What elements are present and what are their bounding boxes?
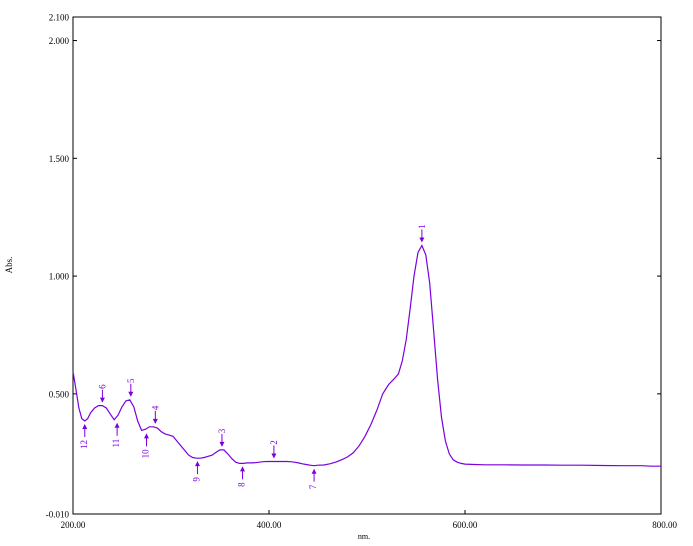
peak-marker-8: 8 — [237, 466, 247, 487]
y-tick-label-0: -0.010 — [46, 510, 70, 520]
y-tick-label-5: 2.100 — [49, 13, 70, 23]
x-tick-label-3: 800.00 — [652, 520, 677, 530]
x-axis-ticks: 200.00 400.00 600.00 800.00 — [61, 510, 678, 530]
series-line — [72, 244, 661, 467]
peak-label-1: 1 — [417, 224, 427, 229]
y-tick-label-4: 2.000 — [49, 36, 70, 46]
peak-label-10: 10 — [141, 449, 151, 459]
peak-label-11: 11 — [111, 439, 121, 448]
peak-marker-3: 3 — [217, 428, 227, 447]
peak-marker-1: 1 — [417, 224, 427, 243]
peak-marker-11: 11 — [111, 422, 121, 448]
peak-marker-10: 10 — [141, 433, 151, 458]
peak-label-12: 12 — [79, 440, 89, 449]
spectrum-chart: 200.00 400.00 600.00 800.00 -0.010 0.500 1.00… — [0, 0, 693, 542]
peak-marker-2: 2 — [269, 440, 279, 459]
y-axis-label: Abs. — [4, 257, 14, 274]
x-tick-label-2: 600.00 — [453, 520, 478, 530]
x-tick-label-0: 200.00 — [61, 520, 86, 530]
peak-label-2: 2 — [269, 440, 279, 445]
y-tick-label-1: 0.500 — [49, 389, 70, 399]
peak-label-5: 5 — [126, 378, 136, 383]
peak-marker-7: 7 — [308, 468, 318, 489]
x-tick-label-1: 400.00 — [257, 520, 282, 530]
peak-markers: 123456789101112 — [79, 224, 427, 489]
peak-label-8: 8 — [237, 482, 247, 487]
y-tick-label-3: 1.500 — [49, 154, 70, 164]
x-axis-label: nm. — [358, 532, 370, 541]
chart-svg: 200.00 400.00 600.00 800.00 -0.010 0.500 1.00… — [4, 13, 678, 542]
peak-label-7: 7 — [308, 484, 318, 489]
plot-frame — [72, 16, 662, 515]
peak-label-9: 9 — [192, 477, 202, 482]
peak-marker-12: 12 — [79, 423, 89, 449]
peak-marker-5: 5 — [126, 378, 136, 397]
y-tick-label-2: 1.000 — [49, 272, 70, 282]
y-axis-ticks: -0.010 0.500 1.000 1.500 2.000 2.100 — [46, 13, 661, 520]
peak-label-6: 6 — [97, 384, 107, 389]
peak-marker-9: 9 — [192, 461, 202, 482]
peak-marker-4: 4 — [150, 405, 160, 424]
peak-label-3: 3 — [217, 428, 227, 433]
peak-marker-6: 6 — [97, 384, 107, 403]
peak-label-4: 4 — [150, 405, 160, 410]
